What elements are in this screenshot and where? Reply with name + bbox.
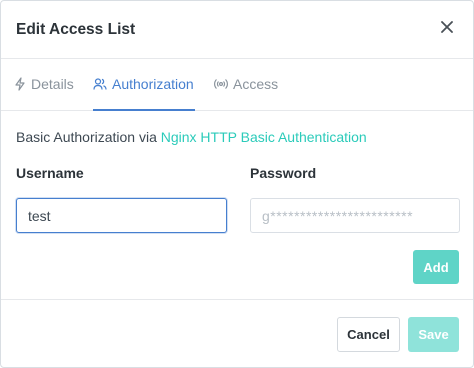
nginx-basic-auth-link[interactable]: Nginx HTTP Basic Authentication (161, 129, 367, 145)
tab-bar: Details Authorization Access (1, 58, 473, 111)
tab-details[interactable]: Details (14, 58, 74, 110)
broadcast-icon (214, 79, 228, 89)
tab-authorization[interactable]: Authorization (93, 58, 195, 111)
edit-access-list-modal: Edit Access List Details Authorization A… (0, 0, 474, 368)
close-button[interactable] (437, 17, 457, 37)
auth-description-text: Basic Authorization via (16, 129, 161, 145)
username-input[interactable] (16, 198, 227, 233)
footer-divider (1, 299, 473, 300)
tab-authorization-label: Authorization (112, 76, 194, 92)
modal-header: Edit Access List (1, 1, 473, 59)
password-input[interactable] (250, 198, 460, 233)
username-label: Username (16, 165, 84, 181)
modal-title: Edit Access List (16, 21, 136, 38)
tab-access[interactable]: Access (214, 58, 278, 110)
add-button[interactable]: Add (413, 250, 459, 284)
tab-access-label: Access (233, 76, 279, 92)
password-label: Password (250, 165, 317, 181)
close-icon (441, 21, 453, 33)
tab-details-label: Details (31, 76, 74, 92)
auth-description: Basic Authorization via Nginx HTTP Basic… (16, 129, 367, 145)
cancel-button[interactable]: Cancel (337, 317, 400, 352)
users-icon (93, 78, 107, 90)
lightning-icon (15, 77, 25, 91)
save-button[interactable]: Save (408, 317, 459, 352)
